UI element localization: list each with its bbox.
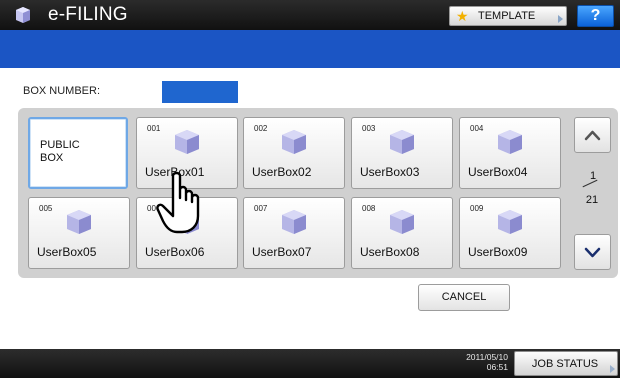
scroll-down-button[interactable] [574, 234, 611, 270]
box-number: 002 [254, 124, 268, 133]
box-icon [67, 210, 91, 234]
box-number: 007 [254, 204, 268, 213]
page-total: 21 [585, 194, 599, 206]
time: 06:51 [486, 362, 508, 372]
user-box-tile[interactable]: 002 UserBox02 [243, 117, 345, 189]
corner-arrow-icon [558, 15, 563, 23]
user-box-tile[interactable]: 007 UserBox07 [243, 197, 345, 269]
box-number: 008 [362, 204, 376, 213]
box-number: 009 [470, 204, 484, 213]
pointing-hand-icon [156, 171, 200, 234]
box-name: UserBox04 [468, 165, 528, 179]
help-button[interactable]: ? [577, 5, 614, 27]
star-icon: ★ [456, 8, 469, 24]
user-box-tile[interactable]: 003 UserBox03 [351, 117, 453, 189]
box-icon [498, 210, 522, 234]
box-number-field[interactable] [162, 81, 238, 103]
box-icon [282, 130, 306, 154]
chevron-up-icon [584, 130, 601, 141]
user-box-tile[interactable]: 004 UserBox04 [459, 117, 561, 189]
job-status-button[interactable]: JOB STATUS [514, 351, 618, 376]
box-icon [498, 130, 522, 154]
box-name: UserBox03 [360, 165, 420, 179]
title-bar: e-FILING ★ TEMPLATE ? [0, 0, 620, 30]
template-button-label: TEMPLATE [478, 10, 536, 22]
message-band [0, 30, 620, 68]
box-number: 003 [362, 124, 376, 133]
template-button[interactable]: ★ TEMPLATE [449, 6, 567, 26]
box-name: UserBox06 [145, 245, 205, 259]
scroll-up-button[interactable] [574, 117, 611, 153]
box-number: 004 [470, 124, 484, 133]
public-box-label: PUBLIC BOX [40, 139, 80, 164]
app-title: e-FILING [48, 4, 128, 25]
box-name: UserBox07 [252, 245, 312, 259]
user-box-tile[interactable]: 009 UserBox09 [459, 197, 561, 269]
e-filing-icon [16, 7, 30, 23]
box-icon [390, 130, 414, 154]
box-icon [282, 210, 306, 234]
user-box-tile[interactable]: 008 UserBox08 [351, 197, 453, 269]
chevron-down-icon [584, 247, 601, 258]
public-box-button[interactable]: PUBLIC BOX [28, 117, 128, 189]
box-number: 001 [147, 124, 161, 133]
date-time: 2011/05/10 06:51 [452, 352, 508, 372]
box-icon [175, 130, 199, 154]
corner-arrow-icon [610, 365, 615, 373]
user-box-tile[interactable]: 005 UserBox05 [28, 197, 130, 269]
box-name: UserBox02 [252, 165, 312, 179]
date: 2011/05/10 [466, 352, 508, 362]
box-name: UserBox09 [468, 245, 528, 259]
box-icon [390, 210, 414, 234]
job-status-label: JOB STATUS [531, 358, 599, 370]
box-name: UserBox08 [360, 245, 420, 259]
cancel-button[interactable]: CANCEL [418, 284, 510, 311]
box-number-label: BOX NUMBER: [23, 85, 101, 97]
box-number: 005 [39, 204, 53, 213]
box-name: UserBox05 [37, 245, 97, 259]
